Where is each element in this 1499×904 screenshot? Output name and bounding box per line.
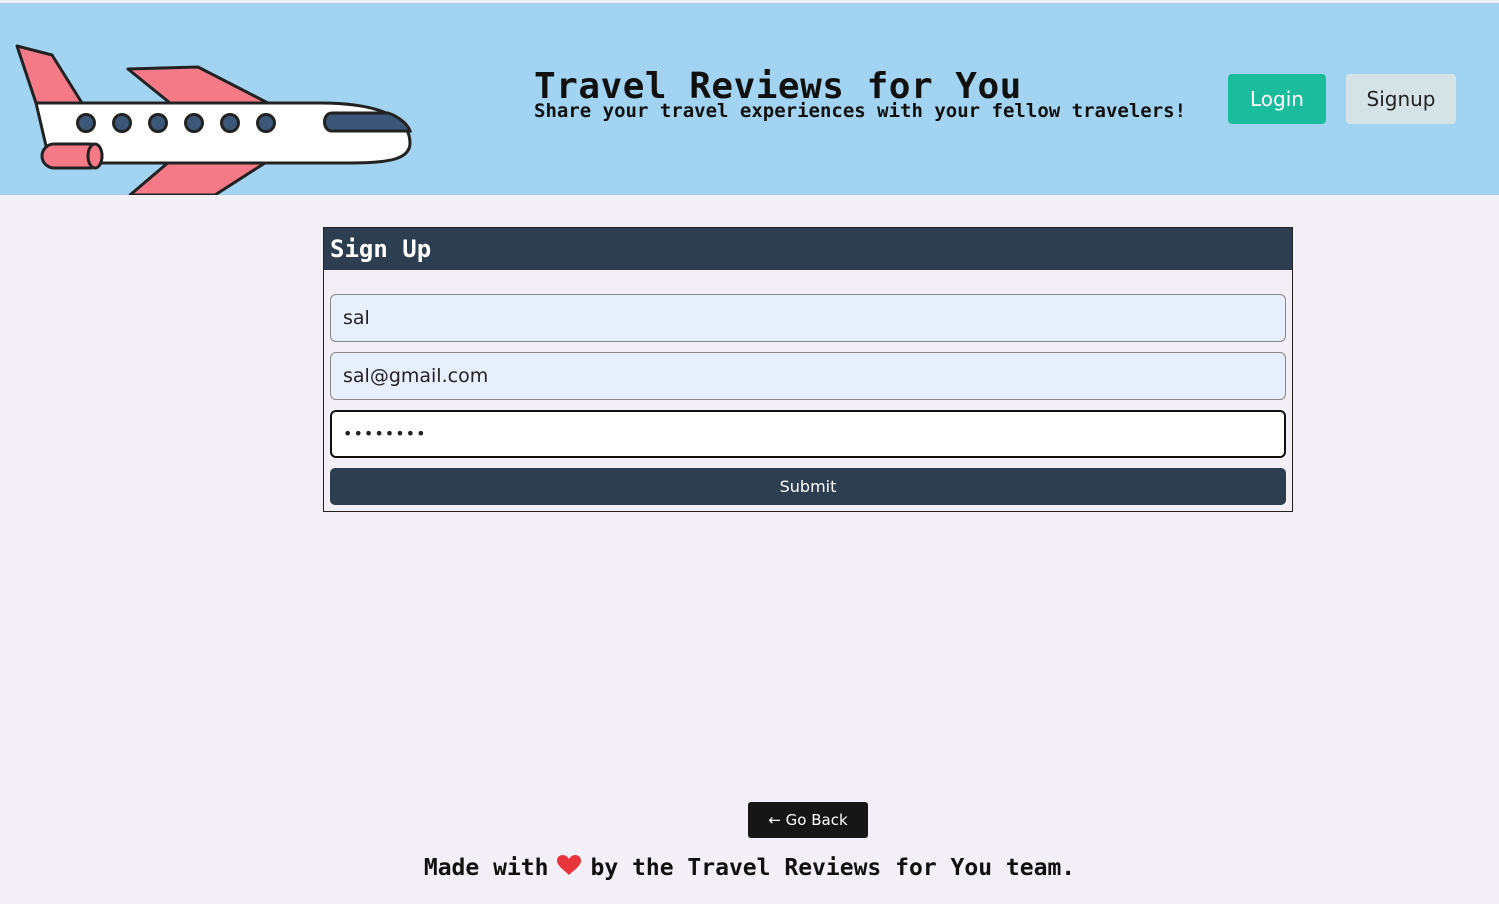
submit-button[interactable]: Submit	[330, 468, 1286, 505]
username-field[interactable]: sal	[330, 294, 1286, 342]
airplane-logo-icon	[15, 44, 413, 195]
site-footer: Made with by the Travel Reviews for You t…	[0, 852, 1499, 885]
site-header: Travel Reviews for You Share your travel…	[0, 3, 1499, 195]
signup-card-header: Sign Up	[324, 228, 1292, 270]
site-subtitle: Share your travel experiences with your …	[534, 100, 1187, 122]
brand-block: Travel Reviews for You Share your travel…	[534, 65, 1186, 123]
footer-suffix: by the Travel Reviews for You team.	[590, 855, 1076, 881]
go-back-button[interactable]: ← Go Back	[748, 802, 868, 838]
footer-prefix: Made with	[423, 855, 549, 881]
signup-card: Sign Up sal sal@gmail.com •••••••• Submi…	[323, 227, 1293, 512]
login-button[interactable]: Login	[1228, 74, 1326, 124]
signup-heading: Sign Up	[330, 235, 432, 263]
signup-button[interactable]: Signup	[1346, 74, 1456, 124]
email-field[interactable]: sal@gmail.com	[330, 352, 1286, 400]
heart-icon	[556, 853, 582, 885]
password-field[interactable]: ••••••••	[330, 410, 1286, 458]
